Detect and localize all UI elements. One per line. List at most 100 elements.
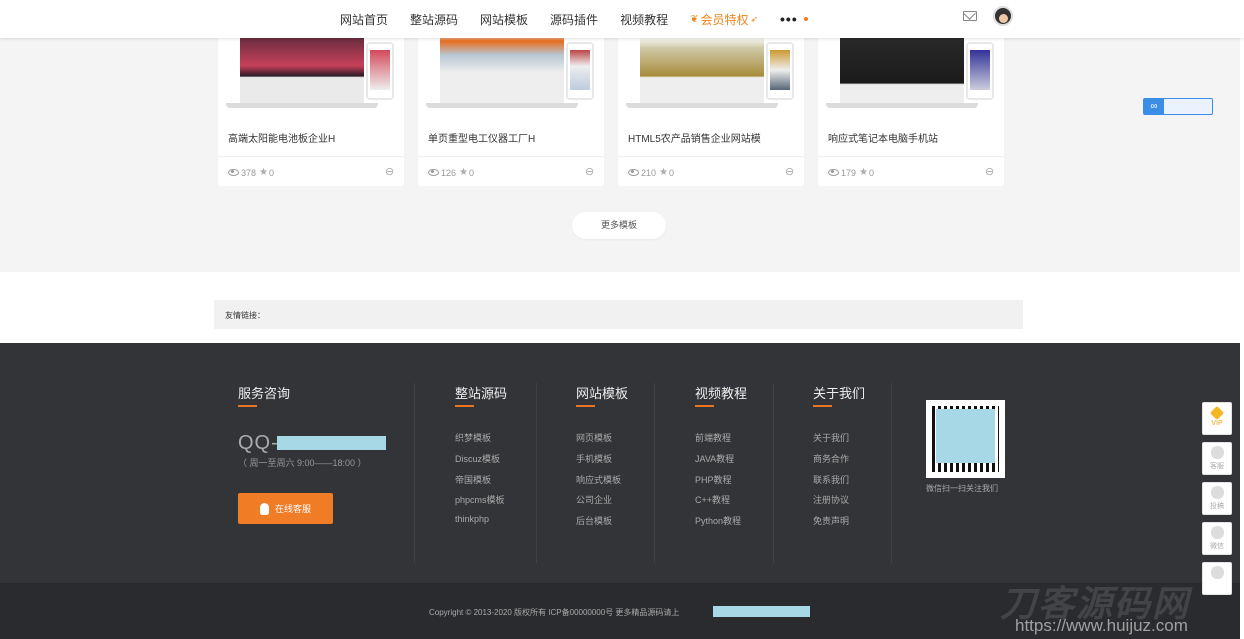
paperclip-icon: ⊘: [981, 164, 997, 180]
card-thumbnail[interactable]: [818, 30, 1004, 118]
online-service-label: 在线客服: [274, 504, 311, 514]
view-count: 210: [641, 167, 657, 178]
nav-full-source[interactable]: 整站源码: [410, 11, 458, 28]
footer-col-title: 关于我们: [813, 386, 866, 401]
divider: [414, 383, 415, 563]
footer-col-title: 整站源码: [455, 386, 508, 401]
nav-home[interactable]: 网站首页: [340, 11, 388, 28]
mail-icon: [1210, 486, 1224, 499]
card-thumbnail[interactable]: [418, 30, 604, 118]
diamond-icon: [1209, 405, 1225, 421]
footer-link[interactable]: 帝国模板: [455, 473, 491, 486]
copyright-bar: 刀客源码网 https://www.huijuz.com Copyright ©…: [0, 583, 1244, 639]
card-thumbnail[interactable]: [218, 30, 404, 118]
wechat-qr-code: [926, 400, 1005, 478]
nav-plugins[interactable]: 源码插件: [550, 11, 598, 28]
share-widget[interactable]: ∞: [1143, 98, 1213, 115]
watermark-url: https://www.huijuz.com: [1015, 616, 1188, 635]
wing-icon: ➶: [750, 13, 759, 24]
star-count: 0: [669, 167, 675, 178]
template-card[interactable]: 高端太阳能电池板企业H 378 ★ 0 ⊘: [218, 30, 404, 186]
card-title[interactable]: HTML5农产品销售企业网站模: [628, 130, 761, 145]
qr-caption: 微信扫一扫关注我们: [926, 484, 998, 493]
footer-link[interactable]: 前端教程: [695, 431, 731, 444]
footer-link[interactable]: JAVA教程: [695, 452, 734, 465]
card-title[interactable]: 响应式笔记本电脑手机站: [828, 130, 938, 145]
footer-link[interactable]: 织梦模板: [455, 431, 491, 444]
qq-number: QQ-: [238, 432, 279, 454]
nav-video[interactable]: 视频教程: [620, 11, 668, 28]
footer-link[interactable]: 关于我们: [813, 431, 849, 444]
title-underline: [455, 405, 474, 407]
side-submit-button[interactable]: 投稿: [1202, 482, 1232, 515]
title-underline: [695, 405, 714, 407]
more-menu-button[interactable]: •••: [780, 11, 798, 27]
more-templates-button[interactable]: 更多模板: [572, 212, 666, 239]
side-vip-button[interactable]: VIP: [1202, 402, 1232, 435]
redacted-block: [277, 436, 386, 450]
wechat-icon: [1210, 526, 1224, 539]
eye-icon: [228, 169, 239, 176]
card-thumbnail[interactable]: [618, 30, 804, 118]
footer-link[interactable]: 免责声明: [813, 514, 849, 527]
nav-vip[interactable]: ❦ 会员特权 ➶: [690, 11, 758, 28]
footer-link[interactable]: Python教程: [695, 514, 741, 527]
redacted-block: [936, 409, 995, 463]
star-icon: ★: [659, 167, 668, 178]
card-title[interactable]: 高端太阳能电池板企业H: [228, 130, 335, 145]
divider: [773, 383, 774, 563]
side-menu-button[interactable]: [1202, 562, 1232, 595]
template-card[interactable]: 响应式笔记本电脑手机站 179 ★ 0 ⊘: [818, 30, 1004, 186]
star-icon: ★: [459, 167, 468, 178]
title-underline: [576, 405, 595, 407]
paperclip-icon: ⊘: [581, 164, 597, 180]
paperclip-icon: ⊘: [381, 164, 397, 180]
nav-vip-label: 会员特权: [700, 12, 749, 27]
footer-col-title: 网站模板: [576, 386, 629, 401]
avatar[interactable]: [993, 6, 1013, 26]
footer-link[interactable]: thinkphp: [455, 514, 489, 524]
side-label: 投稿: [1210, 503, 1224, 510]
eye-icon: [628, 169, 639, 176]
mail-icon[interactable]: [963, 11, 977, 21]
side-label: 微信: [1210, 543, 1224, 550]
redacted-block: [713, 606, 810, 617]
penguin-icon: [259, 502, 269, 515]
support-icon: [1210, 446, 1224, 459]
menu-icon: [1210, 566, 1224, 579]
star-icon: ★: [259, 167, 268, 178]
template-card[interactable]: HTML5农产品销售企业网站模 210 ★ 0 ⊘: [618, 30, 804, 186]
footer-link[interactable]: 公司企业: [576, 493, 612, 506]
footer-link[interactable]: 后台模板: [576, 514, 612, 527]
online-service-button[interactable]: 在线客服: [238, 493, 333, 524]
friend-links-label: 友情链接：: [225, 311, 265, 320]
service-title: 服务咨询: [238, 386, 291, 401]
footer-link[interactable]: 响应式模板: [576, 473, 621, 486]
top-navbar: 网站首页 整站源码 网站模板 源码插件 视频教程 ❦ 会员特权 ➶ •••: [0, 0, 1244, 38]
copyright-text: Copyright © 2013-2020 版权所有 ICP备00000000号…: [429, 608, 680, 617]
view-count: 126: [441, 167, 457, 178]
notification-dot: [803, 17, 808, 21]
scrollbar[interactable]: [1240, 0, 1244, 639]
template-card[interactable]: 单页重型电工仪器工厂H 126 ★ 0 ⊘: [418, 30, 604, 186]
footer-link[interactable]: 手机模板: [576, 452, 612, 465]
star-count: 0: [469, 167, 475, 178]
footer-link[interactable]: 商务合作: [813, 452, 849, 465]
nav-templates[interactable]: 网站模板: [480, 11, 528, 28]
footer-link[interactable]: 网页模板: [576, 431, 612, 444]
footer-link[interactable]: 联系我们: [813, 473, 849, 486]
side-wechat-button[interactable]: 微信: [1202, 522, 1232, 555]
eye-icon: [428, 169, 439, 176]
card-title[interactable]: 单页重型电工仪器工厂H: [428, 130, 535, 145]
paperclip-icon: ⊘: [781, 164, 797, 180]
side-support-button[interactable]: 客服: [1202, 442, 1232, 475]
footer-link[interactable]: 注册协议: [813, 493, 849, 506]
footer-link[interactable]: PHP教程: [695, 473, 732, 486]
view-count: 179: [841, 167, 857, 178]
divider: [654, 383, 655, 563]
footer-link[interactable]: C++教程: [695, 493, 730, 506]
star-count: 0: [269, 167, 275, 178]
footer-link[interactable]: phpcms模板: [455, 493, 505, 506]
footer-link[interactable]: Discuz模板: [455, 452, 500, 465]
footer-col-title: 视频教程: [695, 386, 748, 401]
